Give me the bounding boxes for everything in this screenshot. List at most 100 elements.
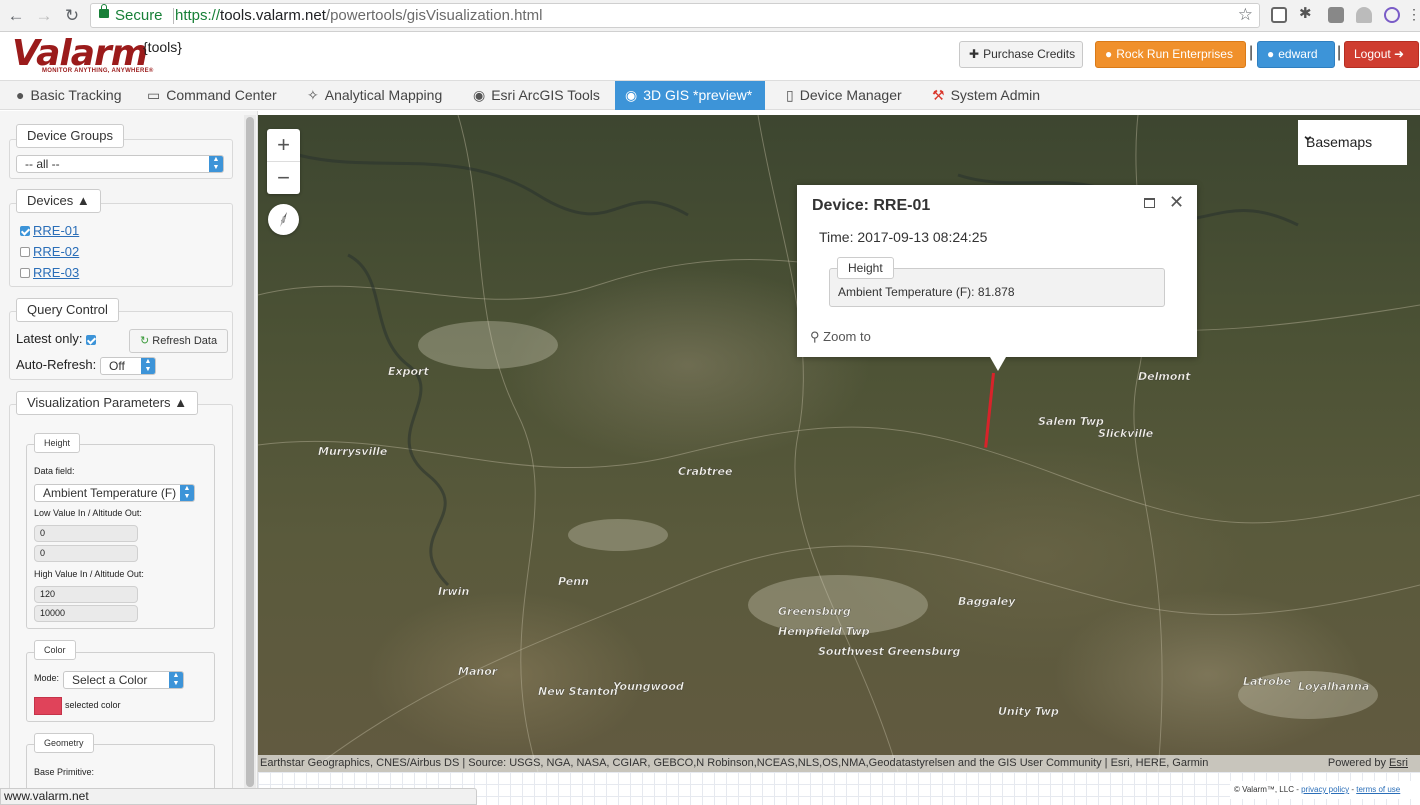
select-arrows-icon: ▲ ▼ — [141, 358, 155, 374]
data-field-label: Data field: — [34, 466, 75, 476]
svg-text:Hempfield Twp: Hempfield Twp — [778, 625, 870, 638]
svg-text:Slickville: Slickville — [1098, 427, 1154, 440]
maximize-icon[interactable] — [1144, 198, 1155, 208]
reload-icon[interactable]: ↻ — [60, 4, 84, 28]
height-title: Height — [34, 433, 81, 453]
device-checkbox[interactable] — [20, 267, 30, 278]
popup-title: Device: RRE-01 — [812, 197, 931, 214]
refresh-data-button[interactable]: ↻ Refresh Data — [129, 329, 229, 353]
latest-only-checkbox[interactable] — [86, 331, 99, 346]
selected-color-swatch[interactable] — [34, 697, 62, 715]
svg-text:Salem Twp: Salem Twp — [1038, 415, 1104, 428]
basemaps-dropdown[interactable]: Basemaps ⌄ — [1298, 120, 1407, 165]
compass-button[interactable] — [268, 204, 299, 235]
high-value-in-input[interactable]: 120 — [34, 586, 138, 603]
status-bar-url: www.valarm.net — [0, 788, 477, 805]
mode-label: Mode: — [34, 673, 60, 683]
svg-text:Delmont: Delmont — [1138, 370, 1191, 383]
tab-basic-tracking[interactable]: ● Basic Tracking — [6, 81, 132, 110]
devices-toggle[interactable]: Devices ▲ — [16, 189, 101, 213]
select-arrows-icon: ▲ ▼ — [180, 485, 194, 501]
tab-system-admin[interactable]: ⚒ System Admin — [922, 81, 1050, 110]
forward-icon[interactable]: → — [32, 4, 56, 28]
color-mode-select[interactable]: Select a Color ▲ ▼ — [63, 671, 184, 689]
wrench-icon: ⚒ — [932, 87, 945, 103]
compass-icon — [280, 212, 287, 227]
esri-link[interactable]: Esri — [1389, 757, 1408, 769]
map-attribution: Earthstar Geographics, CNES/Airbus DS | … — [258, 755, 1420, 772]
privacy-policy-link[interactable]: privacy policy — [1301, 785, 1349, 794]
low-value-label: Low Value In / Altitude Out: — [34, 508, 142, 518]
sidebar-scrollbar[interactable] — [244, 115, 256, 790]
zoom-out-button[interactable]: − — [267, 161, 300, 193]
selected-color-label: selected color — [65, 700, 121, 710]
tab-3d-gis[interactable]: ◉ 3D GIS *preview* — [615, 81, 765, 110]
extension-icon[interactable]: ✱ — [1299, 6, 1315, 23]
svg-text:Youngwood: Youngwood — [613, 680, 684, 693]
device-checkbox[interactable] — [20, 225, 30, 236]
device-popup: Device: RRE-01 ✕ Time: 2017-09-13 08:24:… — [797, 185, 1197, 371]
secure-label: Secure — [115, 7, 163, 24]
valarm-logo[interactable]: Valarm MONITOR ANYTHING, ANYWHERE® — [12, 36, 154, 75]
geometry-title: Geometry — [34, 733, 94, 753]
device-checkbox[interactable] — [20, 246, 30, 257]
svg-text:Greensburg: Greensburg — [778, 605, 851, 618]
address-bar[interactable]: Secure https://tools.valarm.net/powertoo… — [90, 3, 1260, 28]
purchase-credits-button[interactable]: ✚ Purchase Credits — [959, 41, 1083, 68]
terms-of-use-link[interactable]: terms of use — [1356, 785, 1400, 794]
device-groups-title: Device Groups — [16, 124, 124, 148]
zoom-magnifier-icon: ⚲ — [810, 329, 820, 344]
high-altitude-out-input[interactable]: 10000 — [34, 605, 138, 622]
auto-refresh-select[interactable]: Off ▲ ▼ — [100, 357, 156, 375]
logout-button[interactable]: Logout ➜ — [1344, 41, 1419, 68]
color-title: Color — [34, 640, 76, 660]
main-nav: ● Basic Tracking ▭ Command Center ✧ Analyti… — [0, 80, 1420, 110]
svg-text:Irwin: Irwin — [438, 585, 469, 598]
select-arrows-icon: ▲ ▼ — [209, 156, 223, 172]
tab-device-manager[interactable]: ▯ Device Manager — [776, 81, 912, 110]
device-item-rre-02[interactable]: RRE-02 — [20, 243, 79, 259]
data-field-select[interactable]: Ambient Temperature (F) ▲ ▼ — [34, 484, 195, 502]
popup-section-title: Height — [837, 257, 894, 279]
svg-text:Murrysville: Murrysville — [318, 445, 388, 458]
tab-analytical-mapping[interactable]: ✧ Analytical Mapping — [297, 81, 452, 110]
svg-text:New Stanton: New Stanton — [538, 685, 618, 698]
svg-text:Unity Twp: Unity Twp — [998, 705, 1059, 718]
base-primitive-label: Base Primitive: — [34, 767, 95, 777]
plus-icon: ✚ — [969, 47, 980, 61]
user-icon: ● — [1267, 47, 1275, 61]
browser-toolbar: ← → ↻ Secure https://tools.valarm.net/po… — [0, 0, 1420, 32]
chevron-up-icon: ▲ — [76, 193, 90, 208]
monitor-icon: ▭ — [147, 87, 161, 103]
cast-icon[interactable] — [1271, 7, 1287, 23]
extension-icon[interactable] — [1384, 7, 1400, 23]
back-icon[interactable]: ← — [4, 4, 28, 28]
device-item-rre-01[interactable]: RRE-01 — [20, 222, 79, 238]
svg-text:Crabtree: Crabtree — [678, 465, 733, 478]
bookmark-star-icon[interactable]: ☆ — [1238, 5, 1253, 25]
zoom-in-button[interactable]: + — [267, 129, 300, 161]
svg-text:Loyalhanna: Loyalhanna — [1298, 680, 1369, 693]
sign-out-icon: ➜ — [1394, 47, 1405, 61]
organization-button[interactable]: ● Rock Run Enterprises — [1095, 41, 1246, 68]
extension-icon[interactable] — [1356, 7, 1372, 23]
extension-icon[interactable] — [1328, 7, 1344, 23]
popup-time: Time: 2017-09-13 08:24:25 — [819, 229, 988, 245]
globe-icon: ◉ — [473, 87, 486, 103]
low-value-in-input[interactable]: 0 — [34, 525, 138, 542]
url-text: https://tools.valarm.net/powertools/gisV… — [175, 7, 543, 24]
close-icon[interactable]: ✕ — [1169, 192, 1184, 213]
svg-text:Southwest Greensburg: Southwest Greensburg — [818, 645, 961, 658]
device-icon: ▯ — [786, 87, 794, 103]
tab-command-center[interactable]: ▭ Command Center — [137, 81, 287, 110]
crosshair-icon: ✧ — [307, 87, 319, 103]
device-groups-select[interactable]: -- all -- ▲ ▼ — [16, 155, 224, 173]
device-item-rre-03[interactable]: RRE-03 — [20, 264, 79, 280]
zoom-controls: + − — [267, 129, 300, 194]
menu-dots-icon[interactable]: ⋮ — [1407, 7, 1420, 23]
visualization-toggle[interactable]: Visualization Parameters ▲ — [16, 391, 199, 415]
low-altitude-out-input[interactable]: 0 — [34, 545, 138, 562]
zoom-to-link[interactable]: ⚲ Zoom to — [810, 329, 871, 345]
user-button[interactable]: ● edward — [1257, 41, 1335, 68]
tab-esri-arcgis-tools[interactable]: ◉ Esri ArcGIS Tools — [463, 81, 610, 110]
